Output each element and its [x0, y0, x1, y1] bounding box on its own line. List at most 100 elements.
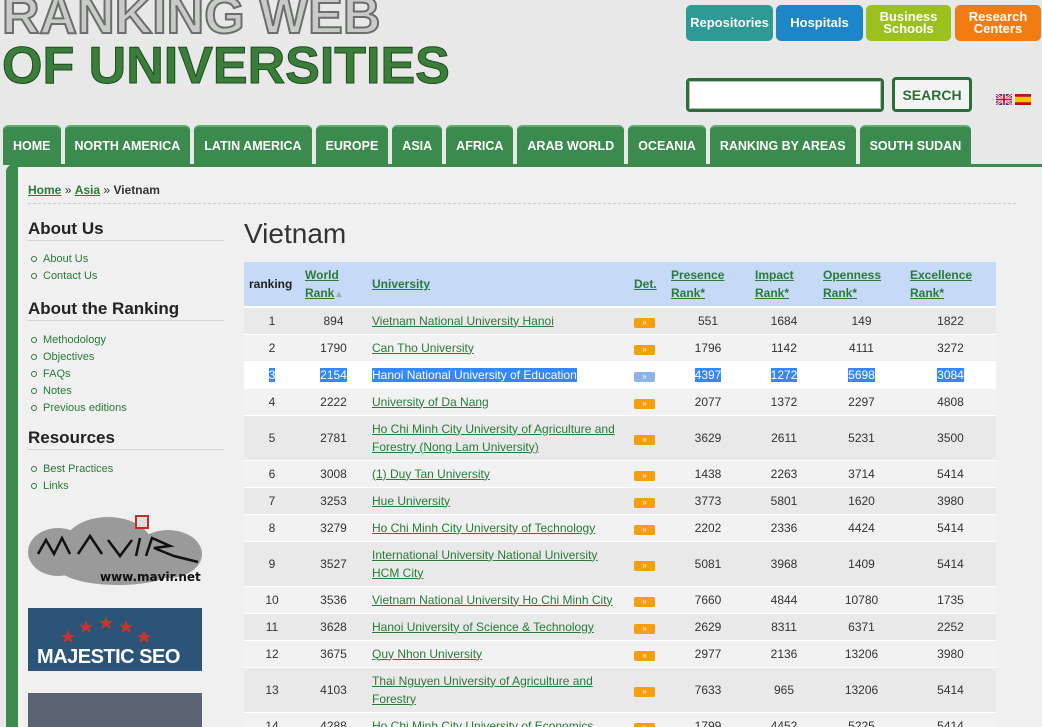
nav-asia[interactable]: ASIA	[392, 125, 443, 165]
sidebar-item-contact-us[interactable]: Contact Us	[31, 267, 97, 284]
table-row: 10 3536 Vietnam National University Ho Chi…	[244, 586, 996, 614]
impact-cell: 2263	[750, 460, 818, 488]
university-link[interactable]: Ho Chi Minh City University of Agricultu…	[372, 422, 615, 454]
university-link[interactable]: University of Da Nang	[372, 395, 489, 409]
details-icon[interactable]: »	[634, 524, 655, 535]
table-row: 6 3008 (1) Duy Tan University » 1438 2263 3714…	[244, 460, 996, 488]
details-icon[interactable]: »	[634, 650, 655, 661]
university-link[interactable]: Thai Nguyen University of Agriculture an…	[372, 674, 593, 706]
det-cell: »	[629, 712, 666, 727]
presence-cell: 2202	[666, 514, 750, 542]
sidebar-item-objectives[interactable]: Objectives	[31, 348, 127, 365]
university-link[interactable]: (1) Duy Tan University	[372, 467, 490, 481]
page-title: Vietnam	[244, 218, 347, 249]
university-link[interactable]: Vietnam National University Ho Chi Minh …	[372, 593, 613, 607]
university-link[interactable]: Hanoi University of Science & Technology	[372, 620, 594, 634]
nav-latin-america[interactable]: LATIN AMERICA	[194, 125, 312, 165]
details-icon[interactable]: »	[634, 686, 655, 697]
openness-value: 2297	[848, 394, 875, 409]
impact-cell: 4452	[750, 712, 818, 727]
uk-flag-icon[interactable]	[996, 94, 1012, 105]
nav-north-america[interactable]: NORTH AMERICA	[64, 125, 191, 165]
university-link[interactable]: Can Tho University	[372, 341, 474, 355]
rank-value: 1	[268, 313, 276, 328]
site-logo[interactable]: RANKING WEB OF UNIVERSITIES	[1, 0, 450, 93]
openness-cell: 5225	[818, 712, 905, 727]
nav-ranking-by-areas[interactable]: RANKING BY AREAS	[709, 125, 856, 165]
details-icon[interactable]: »	[634, 344, 655, 355]
university-link[interactable]: International University National Univer…	[372, 548, 597, 580]
bullet-icon	[31, 404, 37, 411]
details-icon[interactable]: »	[634, 623, 655, 634]
excellence-cell: 3084	[905, 361, 996, 389]
details-icon[interactable]: »	[634, 434, 655, 445]
details-icon[interactable]: »	[634, 596, 655, 607]
sidebar-item-best-practices[interactable]: Best Practices	[31, 460, 113, 477]
university-link[interactable]: Hue University	[372, 494, 450, 508]
university-cell: International University National Univer…	[367, 541, 629, 587]
world-rank-cell: 3279	[300, 514, 367, 542]
sidebar-item-notes[interactable]: Notes	[31, 382, 127, 399]
nav-south-sudan[interactable]: SOUTH SUDAN	[859, 125, 972, 165]
nav-europe[interactable]: EUROPE	[315, 125, 389, 165]
university-link[interactable]: Hanoi National University of Education	[372, 367, 577, 382]
university-link[interactable]: Vietnam National University Hanoi	[372, 314, 554, 328]
table-row: 4 2222 University of Da Nang » 2077 1372 2297 4…	[244, 388, 996, 416]
majestic-seo-ad[interactable]: MAJESTIC SEO	[28, 608, 202, 671]
spain-flag-icon[interactable]	[1015, 94, 1031, 105]
nav-oceania[interactable]: OCEANIA	[628, 125, 706, 165]
openness-value: 1409	[848, 556, 875, 571]
nav-arab-world[interactable]: ARAB WORLD	[517, 125, 625, 165]
details-icon[interactable]: »	[634, 560, 655, 571]
impact-rank-header[interactable]: Impact Rank*	[750, 262, 818, 308]
breadcrumb-home[interactable]: Home	[28, 183, 61, 197]
third-ad[interactable]	[28, 693, 202, 727]
excellence-rank-header[interactable]: Excellence Rank*	[905, 262, 996, 308]
nav-home[interactable]: HOME	[3, 125, 61, 165]
world-rank-header[interactable]: World Rank▲	[300, 262, 367, 308]
details-icon[interactable]: »	[634, 371, 655, 382]
header-label: Excellence	[910, 268, 973, 282]
hospitals-button[interactable]: Hospitals	[776, 5, 863, 41]
bullet-icon	[31, 465, 37, 472]
nav-africa[interactable]: AFRICA	[446, 125, 514, 165]
openness-cell: 1620	[818, 487, 905, 515]
business-schools-button[interactable]: Business Schools	[866, 5, 951, 41]
details-icon[interactable]: »	[634, 317, 655, 328]
research-centers-button[interactable]: Research Centers	[955, 5, 1041, 41]
world-rank-value: 3628	[320, 619, 347, 634]
impact-value: 2136	[770, 646, 798, 661]
university-header[interactable]: University	[367, 262, 629, 308]
det-cell: »	[629, 460, 666, 488]
details-icon[interactable]: »	[634, 497, 655, 508]
world-rank-value: 4288	[320, 718, 347, 727]
excellence-value: 2252	[937, 619, 964, 634]
openness-value: 3714	[848, 466, 875, 481]
openness-value: 13206	[844, 682, 879, 697]
university-link[interactable]: Quy Nhon University	[372, 647, 482, 661]
details-icon[interactable]: »	[634, 470, 655, 481]
breadcrumb-asia[interactable]: Asia	[75, 183, 100, 197]
rank-cell: 12	[244, 640, 300, 668]
excellence-value: 3084	[937, 367, 964, 382]
university-link[interactable]: Ho Chi Minh City University of Economics	[372, 719, 593, 727]
sidebar-item-links[interactable]: Links	[31, 477, 113, 494]
university-link[interactable]: Ho Chi Minh City University of Technolog…	[372, 521, 595, 535]
sidebar-item-previous-editions[interactable]: Previous editions	[31, 399, 127, 416]
openness-value: 4424	[848, 520, 875, 535]
det-header[interactable]: Det.	[629, 262, 666, 308]
presence-rank-header[interactable]: Presence Rank*	[666, 262, 750, 308]
sidebar-item-about-us[interactable]: About Us	[31, 250, 97, 267]
mavir-ad[interactable]: www.mavir.net	[28, 512, 202, 588]
details-icon[interactable]: »	[634, 398, 655, 409]
university-cell: Hue University	[367, 487, 629, 515]
world-rank-value: 4103	[320, 682, 347, 697]
details-icon[interactable]: »	[634, 722, 655, 727]
openness-rank-header[interactable]: Openness Rank*	[818, 262, 905, 308]
repositories-button[interactable]: Repositories	[686, 5, 773, 41]
openness-cell: 13206	[818, 667, 905, 713]
search-button[interactable]: SEARCH	[892, 77, 972, 112]
sidebar-item-faqs[interactable]: FAQs	[31, 365, 127, 382]
search-input[interactable]	[689, 81, 881, 109]
sidebar-item-methodology[interactable]: Methodology	[31, 331, 127, 348]
